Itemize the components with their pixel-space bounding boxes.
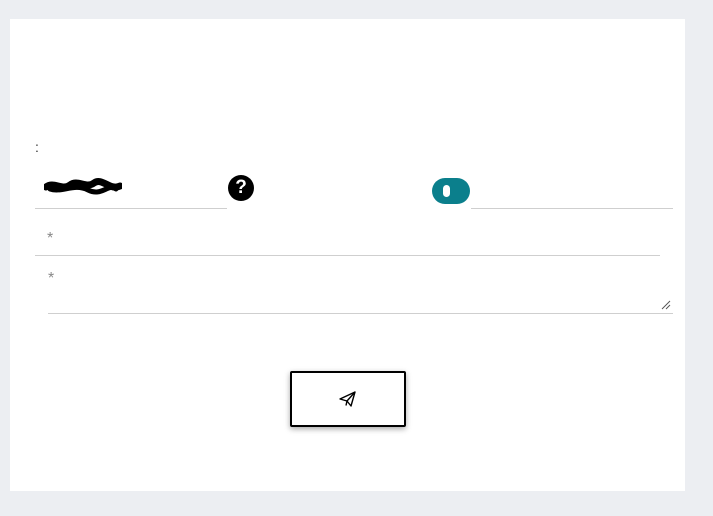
form-card: : ? * * bbox=[10, 19, 685, 491]
text-field-2: * bbox=[48, 262, 673, 314]
help-question-icon[interactable]: ? bbox=[228, 175, 254, 201]
text-input-1[interactable] bbox=[59, 222, 660, 255]
textarea-input-2[interactable] bbox=[72, 262, 673, 313]
required-mark: * bbox=[48, 270, 55, 287]
send-button[interactable] bbox=[290, 371, 406, 427]
toggle-underline bbox=[471, 208, 673, 209]
redacted-name bbox=[44, 178, 122, 195]
section-label: : bbox=[35, 139, 39, 155]
name-underline bbox=[35, 208, 227, 209]
toggle-switch[interactable] bbox=[432, 178, 470, 204]
text-field-1: * bbox=[35, 222, 660, 256]
resize-handle-icon[interactable] bbox=[661, 300, 671, 310]
required-mark: * bbox=[47, 230, 54, 247]
send-paper-plane-icon bbox=[339, 391, 356, 407]
toggle-knob bbox=[443, 185, 450, 197]
